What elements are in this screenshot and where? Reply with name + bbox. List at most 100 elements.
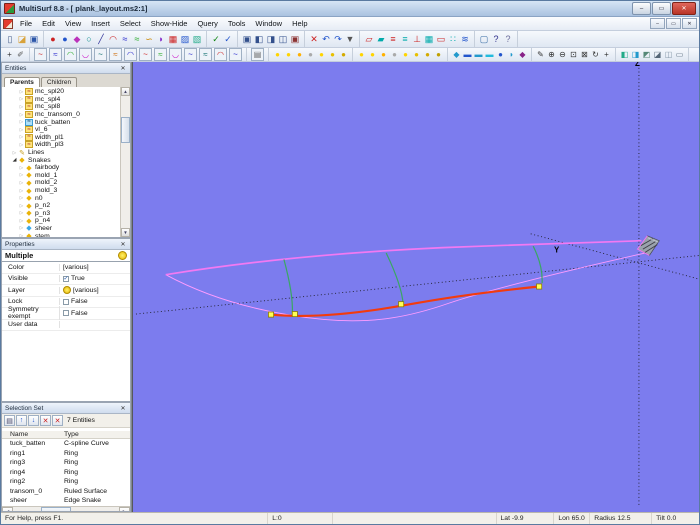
show-curves-icon[interactable]: ● [411,49,422,60]
tree-item-mc_transom_0[interactable]: ▷ ≈ mc_transom_0 [2,111,120,119]
tree-item-mc_spl4[interactable]: ▷ ≈ mc_spl4 [2,95,120,104]
entities-scrollbar[interactable]: ▲ ▼ [120,87,130,237]
nurbs-curve-icon[interactable]: ~ [184,48,197,61]
expand-arrow-icon[interactable]: ▷ [18,172,25,178]
open-file-icon[interactable]: ◪ [16,33,28,45]
checkbox-icon[interactable] [63,310,69,317]
tuck-batten-curve[interactable] [269,285,541,318]
redo-icon[interactable]: ↷ [332,33,344,45]
expand-arrow-icon[interactable]: ▷ [18,210,25,216]
context-help-icon[interactable]: ? [502,33,514,45]
helix-curve-icon[interactable]: ≈ [154,48,167,61]
delete-icon[interactable]: ✕ [308,33,320,45]
zoom-in-icon[interactable]: ⊕ [546,49,557,60]
frame-view-icon[interactable]: ▢ [478,33,490,45]
hide-unselected-icon[interactable]: ● [389,49,400,60]
tree-item-p_n4[interactable]: ▷ ◆ p_n4 [2,217,120,225]
expand-arrow-icon[interactable]: ▷ [18,203,25,209]
tab-parents[interactable]: Parents [4,77,40,87]
scroll-thumb[interactable] [121,117,130,143]
selection-row-ring3[interactable]: ring3 Ring [2,458,130,468]
save-icon[interactable]: ▣ [28,33,40,45]
iso-view-icon[interactable]: ◗ [506,49,517,60]
tree-item-mold_1[interactable]: ▷ ◆ mold_1 [2,172,120,180]
help-icon[interactable]: ? [490,33,502,45]
contours-icon[interactable]: ≡ [387,33,399,45]
hydro-icon[interactable]: ≋ [459,33,471,45]
tree-item-mc_spl8[interactable]: ▷ ≈ mc_spl8 [2,103,120,111]
checkbox-icon[interactable] [63,298,69,305]
hide-only-icon[interactable]: ● [378,49,389,60]
cascade-windows-icon[interactable]: ▣ [241,33,253,45]
ruled-surface-tool-icon[interactable]: ▨ [179,33,191,45]
menu-tools[interactable]: Tools [223,18,251,29]
show-children-icon[interactable]: ● [327,49,338,60]
transom-surface[interactable] [636,235,660,256]
rev-surface-tool-icon[interactable]: ▧ [191,33,203,45]
tree-item-mc_spl20[interactable]: ▷ ≈ mc_spl20 [2,88,120,96]
normals-icon[interactable]: ⊥ [411,33,423,45]
mold-2-curve[interactable] [385,252,404,304]
notes-icon[interactable]: ▭ [674,49,685,60]
hide-all-icon[interactable]: ● [356,49,367,60]
minimize-button[interactable]: – [632,2,651,15]
tree-item-Snakes[interactable]: ◢ ◆ Snakes [2,156,120,165]
checkbox-checked-icon[interactable]: ✓ [63,275,69,282]
split-window-icon[interactable]: ◨ [265,33,277,45]
expand-arrow-icon[interactable]: ▷ [18,188,25,194]
viewport-canvas[interactable]: X Y Z [133,62,699,512]
bcurve-tool-icon[interactable]: ≈ [119,33,131,45]
selection-row-ring1[interactable]: ring1 Ring [2,449,130,459]
snake-tool-icon[interactable]: ∽ [143,33,155,45]
pan-view-icon[interactable]: + [601,49,612,60]
menu-help[interactable]: Help [287,18,312,29]
document-icon[interactable] [3,18,13,29]
viewport-3d[interactable]: X Y Z [132,62,699,512]
undo-icon[interactable]: ↶ [320,33,332,45]
mesh-icon[interactable]: ▦ [423,33,435,45]
select-pointer-icon[interactable]: ✎ [535,49,546,60]
menu-showhide[interactable]: Show-Hide [146,18,193,29]
surface-tool-icon[interactable]: ▦ [167,33,179,45]
tree-item-mold_3[interactable]: ▷ ◆ mold_3 [2,187,120,195]
zoom-window-icon[interactable]: ⊡ [568,49,579,60]
mdi-close-button[interactable]: ✕ [682,18,697,29]
tree-item-mold_2[interactable]: ▷ ◆ mold_2 [2,179,120,187]
hull-profile-curve[interactable] [165,252,648,322]
render-view-icon[interactable]: ◆ [517,49,528,60]
expand-arrow-icon[interactable]: ▷ [18,112,25,118]
offset-curve-icon[interactable]: ~ [34,48,47,61]
ring1-marker[interactable] [268,311,275,318]
expand-arrow-icon[interactable]: ▷ [18,127,25,133]
top-view-icon[interactable]: ▬ [484,49,495,60]
snap-grid-icon[interactable]: + [4,49,15,60]
scroll-down-icon[interactable]: ▼ [121,228,130,237]
export-icon[interactable]: ▤ [251,48,264,61]
home-view-icon[interactable]: ◆ [451,49,462,60]
paste-entities-icon[interactable]: ◨ [630,49,641,60]
remove-entity-icon[interactable]: ✕ [40,415,51,426]
list-view-icon[interactable]: ▤ [4,415,15,426]
check-all-icon[interactable]: ✓ [222,33,234,45]
menu-select[interactable]: Select [115,18,146,29]
expand-arrow-icon[interactable]: ▷ [18,104,25,110]
close-icon[interactable]: ✕ [119,65,127,72]
copy-curve-icon[interactable]: ◠ [124,48,137,61]
menu-edit[interactable]: Edit [37,18,60,29]
property-value[interactable]: [various] [60,264,130,271]
relabel-curve-icon[interactable]: ~ [94,48,107,61]
close-window-icon[interactable]: ▣ [289,33,301,45]
expand-arrow-icon[interactable]: ▷ [11,150,18,156]
expand-arrow-icon[interactable]: ▷ [18,142,25,148]
show-parents-icon[interactable]: ● [316,49,327,60]
bead-tool-icon[interactable]: ● [59,33,71,45]
mdi-restore-button[interactable]: ▭ [666,18,681,29]
column-name[interactable]: Name [2,431,64,438]
ccurve-tool-icon[interactable]: ≈ [131,33,143,45]
edges-icon[interactable]: ▭ [435,33,447,45]
property-value[interactable]: [various] [60,286,130,295]
blend-curve-icon[interactable]: ◠ [64,48,77,61]
scroll-up-icon[interactable]: ▲ [121,87,130,96]
clear-selection-icon[interactable]: ✕ [52,415,63,426]
property-value[interactable]: False [60,298,130,305]
